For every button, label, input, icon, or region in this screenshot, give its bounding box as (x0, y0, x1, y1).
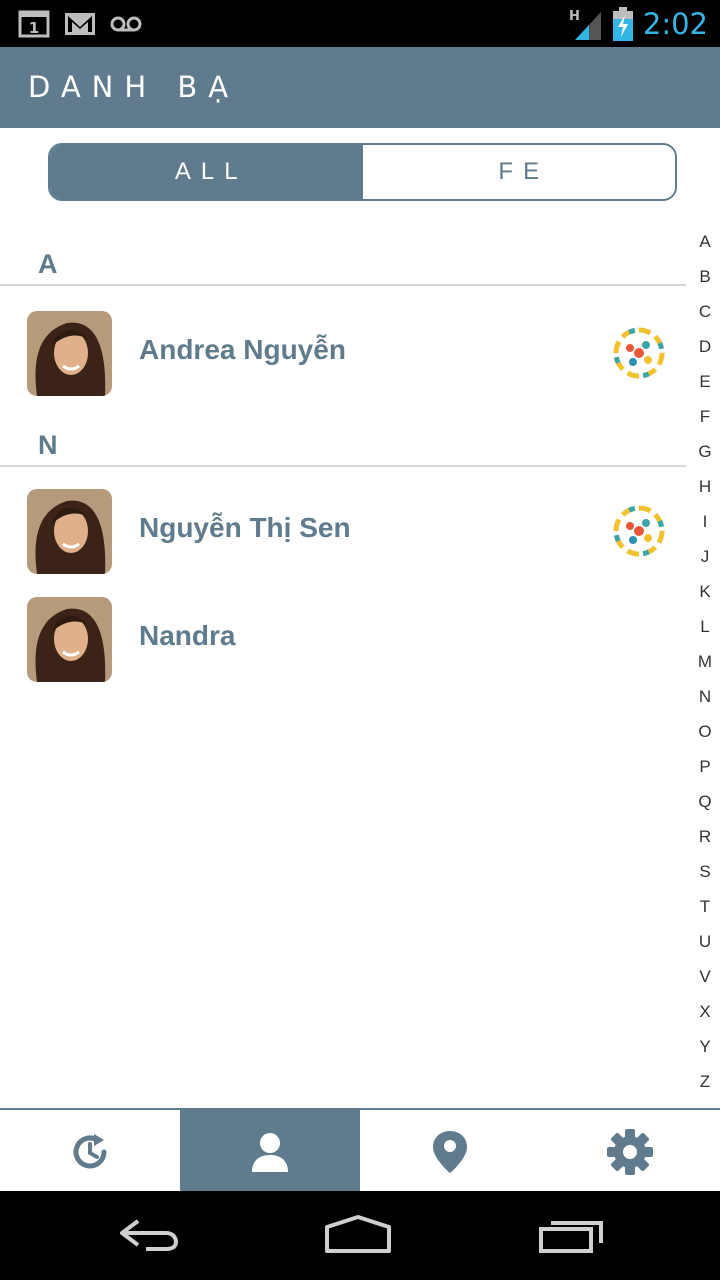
gmail-icon (65, 13, 95, 35)
index-letter-z[interactable]: Z (693, 1070, 717, 1105)
contact-row[interactable]: Nguyễn Thị Sen (0, 476, 686, 576)
index-letter-q[interactable]: Q (693, 790, 717, 825)
contact-row[interactable]: Nandra (0, 584, 686, 684)
clock: 2:02 (642, 7, 708, 41)
contact-name: Nguyễn Thị Sen (139, 512, 351, 543)
back-icon[interactable] (116, 1213, 182, 1255)
index-letter-e[interactable]: E (693, 370, 717, 405)
segment-fe[interactable]: FE (362, 145, 675, 199)
index-letter-i[interactable]: I (693, 510, 717, 545)
location-pin-icon (433, 1130, 467, 1173)
section-header-n: N (0, 425, 686, 467)
index-letter-d[interactable]: D (693, 335, 717, 370)
community-badge-icon (613, 505, 665, 557)
index-letter-x[interactable]: X (693, 1000, 717, 1035)
index-letter-j[interactable]: J (693, 545, 717, 580)
signal-icon: H (569, 9, 601, 40)
contact-name: Nandra (139, 620, 236, 651)
home-icon[interactable] (323, 1213, 393, 1255)
battery-icon (612, 7, 633, 41)
index-letter-m[interactable]: M (693, 650, 717, 685)
system-navigation-bar (0, 1191, 720, 1280)
index-letter-o[interactable]: O (693, 720, 717, 755)
index-letter-l[interactable]: L (693, 615, 717, 650)
segment-all[interactable]: ALL (50, 145, 363, 199)
index-letter-k[interactable]: K (693, 580, 717, 615)
community-badge-icon (613, 327, 665, 379)
contacts-person-icon (252, 1132, 288, 1172)
filter-segmented-control: ALL FE (48, 143, 677, 201)
tab-history[interactable] (0, 1110, 180, 1193)
index-letter-g[interactable]: G (693, 440, 717, 475)
contact-name: Andrea Nguyễn (139, 334, 346, 365)
avatar (27, 597, 112, 682)
index-letter-b[interactable]: B (693, 265, 717, 300)
index-letter-n[interactable]: N (693, 685, 717, 720)
index-letter-t[interactable]: T (693, 895, 717, 930)
settings-gear-icon (607, 1128, 653, 1175)
status-bar: 1 H 2:02 (0, 0, 720, 47)
index-letter-h[interactable]: H (693, 475, 717, 510)
contact-row[interactable]: Andrea Nguyễn (0, 298, 686, 398)
avatar (27, 311, 112, 396)
voicemail-icon (110, 16, 142, 32)
bottom-tab-bar (0, 1108, 720, 1193)
tab-settings[interactable] (540, 1110, 720, 1193)
index-letter-f[interactable]: F (693, 405, 717, 440)
section-header-a: A (0, 244, 686, 286)
index-letter-v[interactable]: V (693, 965, 717, 1000)
index-letter-a[interactable]: A (693, 230, 717, 265)
action-bar: DANH BẠ (0, 47, 720, 128)
network-type-label: H (569, 9, 580, 24)
tab-location[interactable] (360, 1110, 540, 1193)
system-indicators: H 2:02 (569, 4, 708, 44)
index-letter-u[interactable]: U (693, 930, 717, 965)
index-letter-r[interactable]: R (693, 825, 717, 860)
index-letter-s[interactable]: S (693, 860, 717, 895)
section-letter: N (38, 430, 58, 460)
history-icon (73, 1133, 107, 1168)
calendar-icon: 1 (18, 10, 50, 38)
index-letter-y[interactable]: Y (693, 1035, 717, 1070)
avatar (27, 489, 112, 574)
section-letter: A (38, 249, 58, 279)
alphabet-index: A B C D E F G H I J K L M N O P Q R S T … (693, 230, 717, 1105)
index-letter-c[interactable]: C (693, 300, 717, 335)
index-letter-p[interactable]: P (693, 755, 717, 790)
notification-icons: 1 (18, 10, 142, 38)
page-title: DANH BẠ (28, 70, 240, 104)
calendar-day: 1 (29, 19, 39, 37)
recent-apps-icon[interactable] (537, 1213, 607, 1255)
tab-contacts[interactable] (180, 1110, 360, 1193)
